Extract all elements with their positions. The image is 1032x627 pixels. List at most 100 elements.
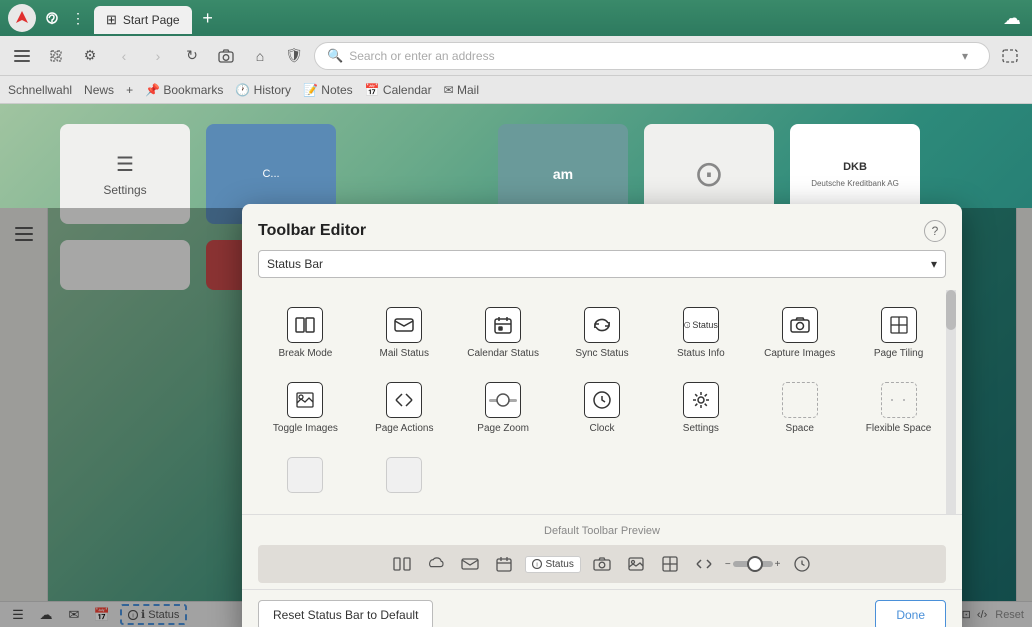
page-zoom-label: Page Zoom: [477, 422, 529, 435]
toolbar-items-grid: Break Mode Mail Status: [248, 290, 956, 514]
tool-calendar-status[interactable]: Calendar Status: [456, 298, 551, 369]
preview-status-pill: i Status: [525, 556, 580, 573]
add-tab-button[interactable]: +: [196, 6, 220, 30]
toggle-images-icon: [287, 382, 323, 418]
toggle-images-label: Toggle Images: [273, 422, 338, 435]
sync-icon-cloud[interactable]: ☁: [1000, 6, 1024, 30]
svg-text:i: i: [687, 323, 688, 327]
tab-bar-extra: ⋮: [40, 6, 90, 30]
sidebar-toggle-button[interactable]: [8, 42, 36, 70]
shield-button[interactable]: 🛡: [280, 42, 308, 70]
bookmark-notes[interactable]: 📝 Notes: [303, 83, 353, 97]
extensions-icon[interactable]: [40, 6, 64, 30]
vivaldi-logo[interactable]: [8, 4, 36, 32]
tool-flexible-space[interactable]: Flexible Space: [851, 373, 946, 444]
preview-sync: [423, 551, 449, 577]
calendar-status-icon: [485, 307, 521, 343]
toolbar-toggle-icon[interactable]: ⋮: [66, 6, 90, 30]
flexible-space-label: Flexible Space: [866, 422, 932, 435]
modal-footer: Reset Status Bar to Default Done: [242, 589, 962, 627]
flexible-space-icon: [881, 382, 917, 418]
extra2-icon: [386, 457, 422, 493]
tab-icon: ⊞: [106, 12, 117, 28]
capture-images-icon: [782, 307, 818, 343]
tool-page-zoom[interactable]: Page Zoom: [456, 373, 551, 444]
settings-toolbar-icon[interactable]: ⚙: [76, 42, 104, 70]
bookmark-news[interactable]: News: [84, 83, 114, 97]
preview-zoom-slider: − +: [725, 559, 781, 570]
modal-title: Toolbar Editor: [258, 222, 366, 240]
done-button[interactable]: Done: [875, 600, 946, 627]
mail-status-label: Mail Status: [380, 347, 429, 360]
space-label: Space: [786, 422, 814, 435]
capture-images-label: Capture Images: [764, 347, 835, 360]
clock-label: Clock: [589, 422, 614, 435]
preview-actions: [691, 551, 717, 577]
home-button[interactable]: ⌂: [246, 42, 274, 70]
bookmark-add[interactable]: +: [126, 83, 133, 97]
toolbar-type-dropdown[interactable]: Status Bar ▾: [258, 250, 946, 278]
tool-settings[interactable]: Settings: [653, 373, 748, 444]
dropdown-arrow: ▾: [931, 257, 937, 271]
back-button[interactable]: ‹: [110, 42, 138, 70]
status-info-icon: i Status: [683, 307, 719, 343]
address-text: Search or enter an address: [349, 49, 947, 63]
tab-bar: ⋮ ⊞ Start Page + ☁: [0, 0, 1032, 36]
tool-break-mode[interactable]: Break Mode: [258, 298, 353, 369]
bookmark-mail[interactable]: ✉ Mail: [444, 83, 479, 97]
clock-icon: [584, 382, 620, 418]
tool-toggle-images[interactable]: Toggle Images: [258, 373, 353, 444]
forward-button[interactable]: ›: [144, 42, 172, 70]
tool-page-actions[interactable]: Page Actions: [357, 373, 452, 444]
tool-space[interactable]: Space: [752, 373, 847, 444]
sync-status-label: Sync Status: [575, 347, 628, 360]
modal-scroll-area: Break Mode Mail Status: [248, 290, 956, 514]
tool-extra1[interactable]: [258, 448, 353, 506]
tool-clock[interactable]: Clock: [555, 373, 650, 444]
extra1-icon: [287, 457, 323, 493]
tool-extra2[interactable]: [357, 448, 452, 506]
toolbar-editor-modal: Toolbar Editor ? Status Bar ▾: [242, 204, 962, 627]
scrollbar-thumb[interactable]: [946, 290, 956, 330]
tool-mail-status[interactable]: Mail Status: [357, 298, 452, 369]
calendar-status-label: Calendar Status: [467, 347, 539, 360]
tool-page-tiling[interactable]: Page Tiling: [851, 298, 946, 369]
preview-camera: [589, 551, 615, 577]
page-tiling-icon: [881, 307, 917, 343]
panel-toggle-button[interactable]: [996, 42, 1024, 70]
preview-slider-track: [733, 561, 773, 567]
settings-icon: [683, 382, 719, 418]
modal-dropdown-row: Status Bar ▾: [242, 250, 962, 290]
sync-status-icon: [584, 307, 620, 343]
page-tiling-label: Page Tiling: [874, 347, 923, 360]
modal-help-button[interactable]: ?: [924, 220, 946, 242]
tool-sync-status[interactable]: Sync Status: [555, 298, 650, 369]
preview-images: [623, 551, 649, 577]
address-bar[interactable]: 🔍 Search or enter an address ▾: [314, 42, 990, 70]
reload-button[interactable]: ↻: [178, 42, 206, 70]
tab-label: Start Page: [123, 13, 180, 27]
screenshot-button[interactable]: [212, 42, 240, 70]
address-dropdown[interactable]: ▾: [953, 44, 977, 68]
bookmark-bookmarks[interactable]: 📌 Bookmarks: [145, 83, 223, 97]
status-info-label: Status Info: [677, 347, 725, 360]
preview-slider-thumb: [747, 556, 763, 572]
extensions-toolbar-icon[interactable]: [42, 42, 70, 70]
preview-status-text: Status: [545, 559, 573, 570]
reset-button[interactable]: Reset Status Bar to Default: [258, 600, 433, 627]
page-actions-label: Page Actions: [375, 422, 433, 435]
bookmark-schnellwahl[interactable]: Schnellwahl: [8, 83, 72, 97]
break-mode-icon: [287, 307, 323, 343]
navigation-toolbar: ⚙ ‹ › ↻ ⌂ 🛡 🔍 Search or enter an address…: [0, 36, 1032, 76]
page-zoom-icon: [485, 382, 521, 418]
start-page-tab[interactable]: ⊞ Start Page: [94, 6, 192, 34]
space-icon: [782, 382, 818, 418]
bookmark-history[interactable]: 🕐 History: [235, 83, 291, 97]
modal-header: Toolbar Editor ?: [242, 204, 962, 250]
preview-label: Default Toolbar Preview: [258, 525, 946, 537]
tool-status-info[interactable]: i Status Status Info: [653, 298, 748, 369]
scrollbar[interactable]: [946, 290, 956, 514]
tool-capture-images[interactable]: Capture Images: [752, 298, 847, 369]
bookmark-calendar[interactable]: 📅 Calendar: [365, 83, 432, 97]
settings-label: Settings: [683, 422, 719, 435]
